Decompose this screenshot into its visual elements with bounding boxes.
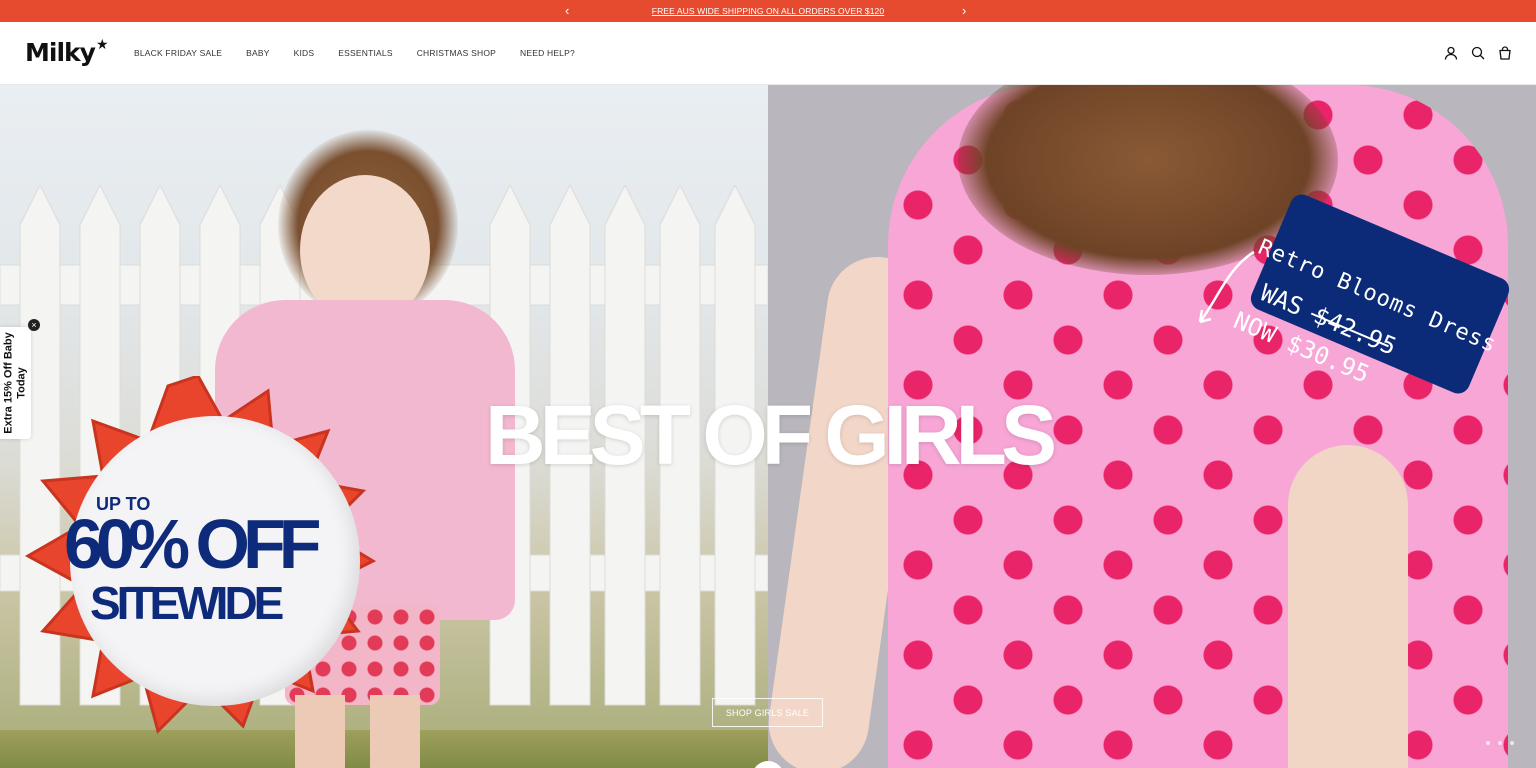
promo-line-2: Today (15, 367, 28, 399)
announcement-link[interactable]: FREE AUS WIDE SHIPPING ON ALL ORDERS OVE… (652, 6, 884, 16)
main-nav: BLACK FRIDAY SALE BABY KIDS ESSENTIALS C… (134, 48, 575, 58)
promo-side-tab[interactable]: Extra 15% Off Baby Today (0, 327, 31, 439)
chevron-left-icon[interactable]: ‹ (565, 3, 569, 19)
badge-line-2: 60% OFF (64, 505, 322, 583)
slide-dot[interactable] (1510, 741, 1514, 745)
announcement-bar: ‹ FREE AUS WIDE SHIPPING ON ALL ORDERS O… (0, 0, 1536, 22)
header-icons (1444, 46, 1512, 60)
search-icon[interactable] (1471, 46, 1485, 60)
account-icon[interactable] (1444, 46, 1458, 60)
nav-item-black-friday-sale[interactable]: BLACK FRIDAY SALE (134, 48, 222, 58)
slide-dots (1486, 741, 1514, 745)
nav-item-christmas-shop[interactable]: CHRISTMAS SHOP (417, 48, 496, 58)
nav-item-baby[interactable]: BABY (246, 48, 269, 58)
nav-item-essentials[interactable]: ESSENTIALS (338, 48, 392, 58)
nav-item-need-help[interactable]: NEED HELP? (520, 48, 575, 58)
child-arm (1288, 445, 1408, 768)
chevron-right-icon[interactable]: › (962, 3, 966, 19)
close-icon[interactable]: × (28, 319, 40, 331)
logo-text: Milky (25, 38, 96, 67)
sale-badge: UP TO 60% OFF SITEWIDE (18, 376, 378, 736)
nav-item-kids[interactable]: KIDS (294, 48, 315, 58)
cart-icon[interactable] (1498, 46, 1512, 60)
promo-side-tab-text: Extra 15% Off Baby Today (3, 332, 29, 433)
slide-dot[interactable] (1486, 741, 1490, 745)
logo[interactable]: Milky ★ (25, 36, 109, 72)
promo-line-1: Extra 15% Off Baby (2, 332, 15, 434)
site-header: Milky ★ BLACK FRIDAY SALE BABY KIDS ESSE… (0, 22, 1536, 85)
shop-girls-sale-button[interactable]: SHOP GIRLS SALE (712, 698, 823, 727)
badge-line-3: SITEWIDE (90, 577, 284, 629)
star-icon: ★ (95, 36, 109, 52)
slide-dot[interactable] (1498, 741, 1502, 745)
